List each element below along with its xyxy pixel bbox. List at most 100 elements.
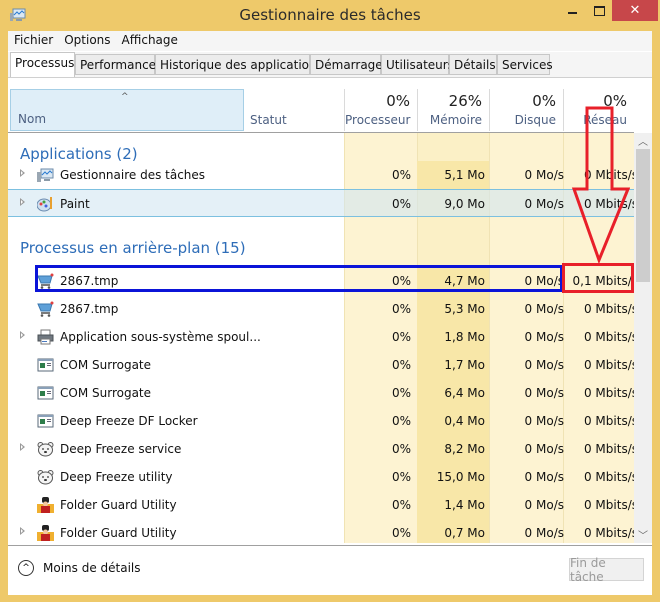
disk-value: 0 Mo/s <box>524 302 564 316</box>
menu-options[interactable]: Options <box>58 31 115 51</box>
process-row[interactable]: Deep Freeze service 0% 8,2 Mo 0 Mo/s 0 Mbits… <box>8 435 634 463</box>
memory-label: Mémoire <box>429 113 482 127</box>
expand-chevron-icon[interactable] <box>20 443 25 451</box>
cpu-value: 0% <box>391 498 411 512</box>
network-value: 0 Mbits/s <box>583 168 634 182</box>
network-value: 0 Mbits/s <box>583 302 634 316</box>
column-cpu[interactable]: 0% Processeur <box>344 89 417 131</box>
process-row[interactable]: 2867.tmp 0% 5,3 Mo 0 Mo/s 0 Mbits/s <box>8 295 634 323</box>
memory-value: 5,3 Mo <box>444 302 485 316</box>
expand-chevron-icon[interactable] <box>20 527 25 535</box>
process-list: Applications (2) Processus en arrière-pl… <box>8 133 634 543</box>
network-value: 0,1 Mbits/s <box>572 274 634 288</box>
process-row[interactable]: Application sous-système spoul... 0% 1,8 M… <box>8 323 634 351</box>
column-status[interactable]: Statut <box>244 89 344 131</box>
tab-performance[interactable]: Performance <box>75 54 156 75</box>
disk-value: 0 Mo/s <box>524 470 564 484</box>
title-bar[interactable]: Gestionnaire des tâches ✕ <box>0 0 660 31</box>
disk-value: 0 Mo/s <box>524 442 564 456</box>
network-value: 0 Mbits/s <box>583 526 634 540</box>
window-app-icon <box>37 413 54 429</box>
process-row[interactable]: Folder Guard Utility 0% 1,4 Mo 0 Mo/s 0 Mbit… <box>8 491 634 519</box>
chevron-up-circle-icon: ^ <box>18 560 34 576</box>
footer: ^ Moins de détails Fin de tâche <box>8 545 652 595</box>
less-details-button[interactable]: ^ Moins de détails <box>18 560 141 576</box>
column-status-label: Statut <box>250 113 287 127</box>
window-app-icon <box>37 357 54 373</box>
disk-value: 0 Mo/s <box>524 498 564 512</box>
guard-icon <box>37 525 54 541</box>
menu-fichier[interactable]: Fichier <box>8 31 58 51</box>
memory-value: 8,2 Mo <box>444 442 485 456</box>
menu-affichage[interactable]: Affichage <box>116 31 183 51</box>
column-disk[interactable]: 0% Disque <box>489 89 563 131</box>
expand-chevron-icon[interactable] <box>20 331 25 339</box>
process-row[interactable]: Paint 0% 9,0 Mo 0 Mo/s 0 Mbits/s <box>8 189 634 217</box>
cpu-label: Processeur <box>345 113 411 127</box>
process-name: 2867.tmp <box>60 302 119 316</box>
process-name: Deep Freeze utility <box>60 470 173 484</box>
process-name: COM Surrogate <box>60 358 152 372</box>
cpu-value: 0% <box>391 414 411 428</box>
process-row[interactable]: COM Surrogate 0% 6,4 Mo 0 Mo/s 0 Mbits/s <box>8 379 634 407</box>
scrollbar-thumb[interactable] <box>636 149 650 282</box>
memory-value: 5,1 Mo <box>444 168 485 182</box>
disk-total: 0% <box>532 92 556 110</box>
memory-value: 9,0 Mo <box>444 197 485 211</box>
tab-services[interactable]: Services <box>497 54 553 75</box>
memory-value: 1,8 Mo <box>444 330 485 344</box>
process-row[interactable]: Deep Freeze DF Locker 0% 0,4 Mo 0 Mo/s 0 Mbi… <box>8 407 634 435</box>
process-name: 2867.tmp <box>60 274 119 288</box>
process-row[interactable]: COM Surrogate 0% 1,7 Mo 0 Mo/s 0 Mbits/s <box>8 351 634 379</box>
close-button[interactable]: ✕ <box>612 0 658 21</box>
column-name[interactable]: ^ Nom <box>10 89 244 131</box>
process-row[interactable]: 2867.tmp 0% 4,7 Mo 0 Mo/s 0,1 Mbits/s <box>8 267 634 295</box>
process-row[interactable]: Deep Freeze utility 0% 15,0 Mo 0 Mo/s 0 Mbit… <box>8 463 634 491</box>
process-row[interactable]: Gestionnaire des tâches 0% 5,1 Mo 0 Mo/s 0 M… <box>8 161 634 189</box>
tab-bar: Processus Performance Historique des app… <box>8 52 652 78</box>
scroll-down-icon[interactable]: ﹀ <box>634 527 652 543</box>
disk-value: 0 Mo/s <box>524 358 564 372</box>
scroll-up-icon[interactable]: ︿ <box>634 133 652 149</box>
memory-value: 6,4 Mo <box>444 386 485 400</box>
tab-processus[interactable]: Processus <box>10 52 75 77</box>
column-header: ^ Nom Statut 0% Processeur 26% Mémoire 0… <box>8 89 634 133</box>
disk-value: 0 Mo/s <box>524 526 564 540</box>
process-row[interactable]: Folder Guard Utility 0% 0,7 Mo 0 Mo/s 0 Mbit… <box>8 519 634 543</box>
tab-details[interactable]: Détails <box>449 54 497 75</box>
process-name: Deep Freeze service <box>60 442 182 456</box>
group-background: Processus en arrière-plan (15) <box>20 239 246 257</box>
cpu-value: 0% <box>391 302 411 316</box>
cpu-value: 0% <box>391 386 411 400</box>
memory-value: 15,0 Mo <box>436 470 485 484</box>
memory-value: 0,7 Mo <box>444 526 485 540</box>
tab-historique[interactable]: Historique des applications <box>155 54 323 75</box>
close-icon: ✕ <box>629 3 641 18</box>
cpu-value: 0% <box>391 274 411 288</box>
sort-ascending-icon: ^ <box>121 92 129 102</box>
network-value: 0 Mbits/s <box>583 414 634 428</box>
column-network[interactable]: 0% Réseau <box>563 89 634 131</box>
column-memory[interactable]: 26% Mémoire <box>417 89 489 131</box>
expand-chevron-icon[interactable] <box>20 169 25 177</box>
vertical-scrollbar[interactable]: ︿ ﹀ <box>634 133 652 543</box>
minimize-button[interactable] <box>558 0 586 21</box>
tab-utilisateurs[interactable]: Utilisateurs <box>381 54 454 75</box>
tab-demarrage[interactable]: Démarrage <box>310 54 383 75</box>
menu-bar: Fichier Options Affichage <box>8 31 652 51</box>
network-value: 0 Mbits/s <box>583 197 634 211</box>
disk-value: 0 Mo/s <box>524 197 564 211</box>
end-task-button[interactable]: Fin de tâche <box>569 556 644 584</box>
disk-value: 0 Mo/s <box>524 386 564 400</box>
network-value: 0 Mbits/s <box>583 498 634 512</box>
maximize-button[interactable] <box>586 0 612 21</box>
disk-label: Disque <box>514 113 556 127</box>
network-total: 0% <box>603 92 627 110</box>
minimize-icon <box>567 11 577 14</box>
process-name: Gestionnaire des tâches <box>60 168 206 182</box>
cpu-value: 0% <box>391 358 411 372</box>
expand-chevron-icon[interactable] <box>20 198 25 206</box>
process-name: Application sous-système spoul... <box>60 330 261 344</box>
cpu-total: 0% <box>386 92 410 110</box>
guard-icon <box>37 497 54 513</box>
